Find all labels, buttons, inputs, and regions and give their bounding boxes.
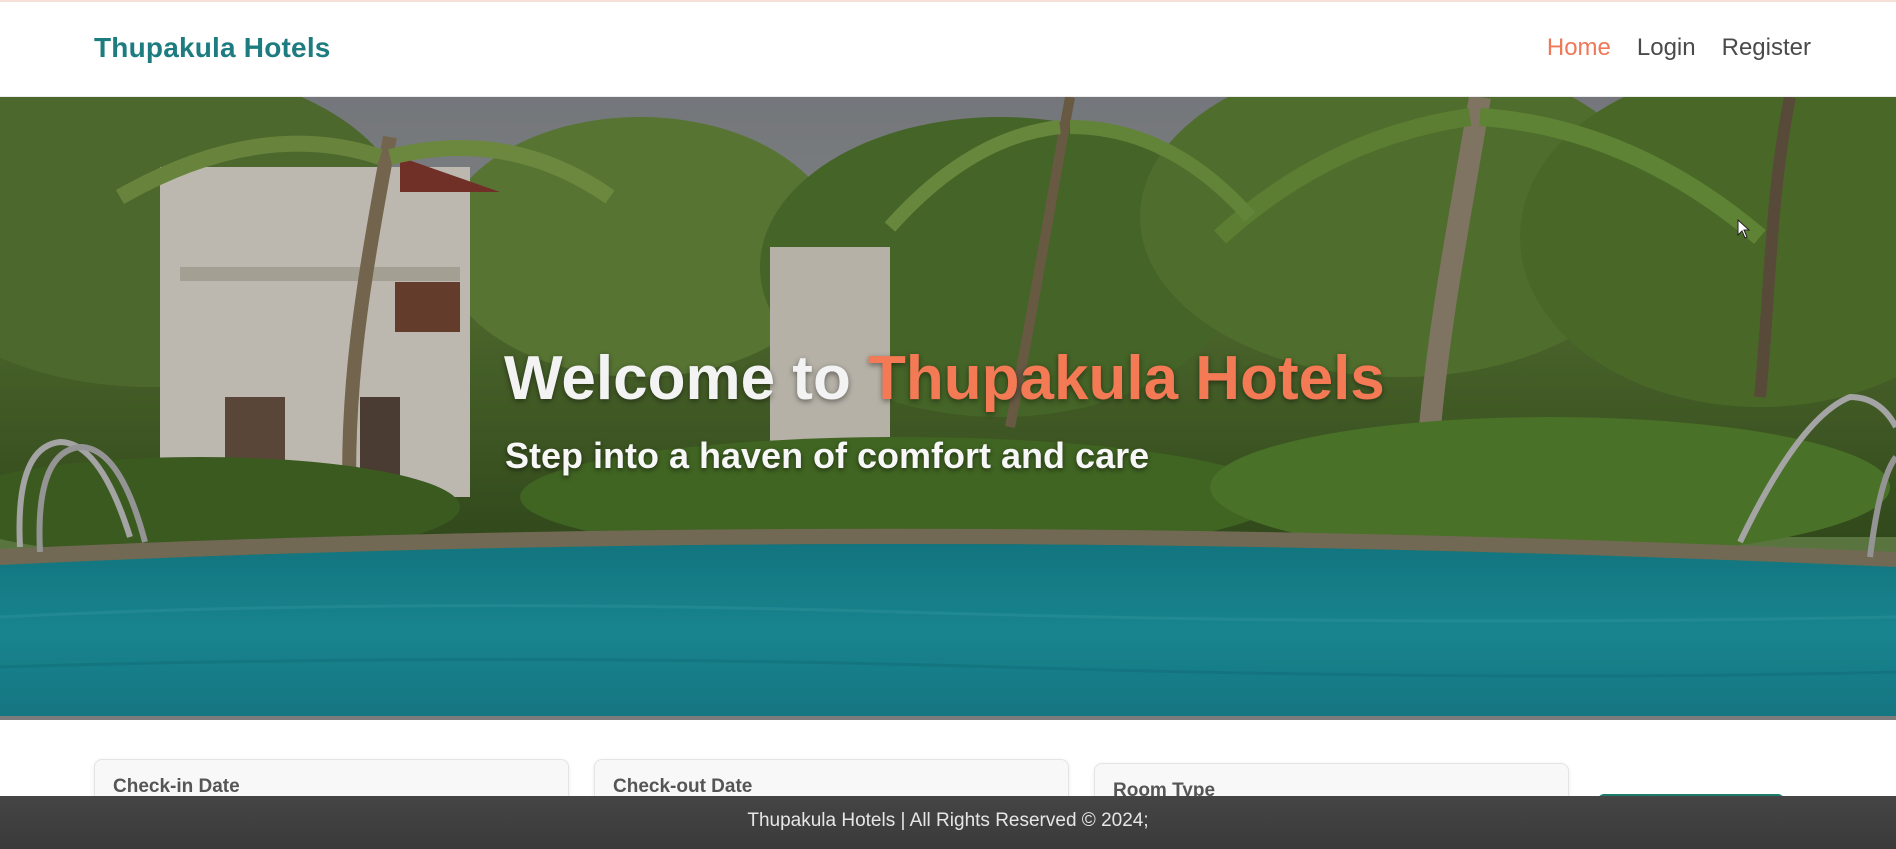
nav-home-link[interactable]: Home	[1547, 34, 1611, 62]
hero-banner: Welcome to Thupakula Hotels Step into a …	[0, 97, 1896, 720]
checkin-date-label: Check-in Date	[113, 776, 240, 797]
nav-register-link[interactable]: Register	[1722, 34, 1811, 62]
nav-login-link[interactable]: Login	[1637, 34, 1696, 62]
hero-subtitle: Step into a haven of comfort and care	[505, 435, 1150, 476]
hero-title: Welcome to Thupakula Hotels	[504, 343, 1385, 414]
brand-logo-link[interactable]: Thupakula Hotels	[94, 32, 331, 64]
nav-links: Home Login Register	[1547, 34, 1811, 62]
mouse-cursor-icon	[1737, 219, 1751, 239]
hero-title-accent: Thupakula Hotels	[868, 344, 1385, 413]
footer-copyright: Thupakula Hotels | All Rights Reserved ©…	[747, 810, 1149, 831]
checkout-date-label: Check-out Date	[613, 776, 753, 797]
hero-title-prefix: Welcome to	[504, 344, 869, 413]
footer: Thupakula Hotels | All Rights Reserved ©…	[0, 796, 1896, 849]
navbar: Thupakula Hotels Home Login Register	[0, 2, 1896, 97]
